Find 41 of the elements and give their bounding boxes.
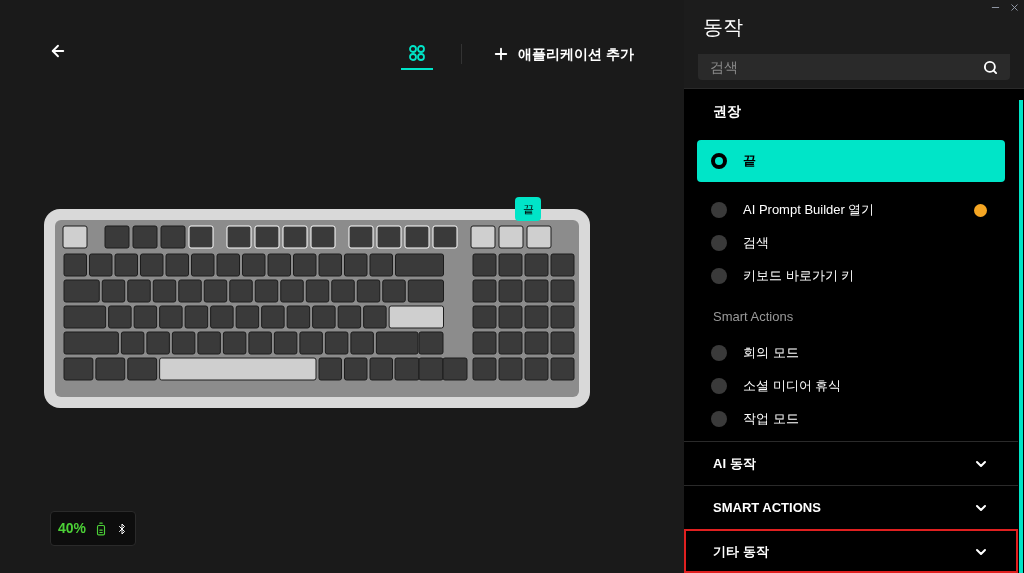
section-label: SMART ACTIONS: [713, 498, 821, 517]
action-label: 키보드 바로가기 키: [743, 267, 856, 286]
section-label: AI 동작: [713, 454, 756, 473]
battery-icon: [94, 521, 108, 536]
action-item[interactable]: 소셜 미디어 휴식: [697, 369, 1005, 402]
apps-grid-icon: [409, 45, 425, 61]
action-label: 회의 모드: [743, 343, 800, 362]
close-icon[interactable]: [1009, 2, 1020, 13]
section-label: 기타 동작: [713, 542, 769, 561]
panel-title: 동작: [703, 15, 743, 40]
battery-percent: 40%: [58, 519, 86, 538]
add-application-button[interactable]: 애플리케이션 추가: [492, 43, 634, 65]
radio-icon: [711, 268, 727, 284]
action-item[interactable]: 끝: [697, 139, 1005, 182]
bluetooth-icon: [116, 522, 128, 535]
action-label: 끝: [743, 151, 757, 170]
action-item[interactable]: 키보드 바로가기 키: [697, 259, 1005, 293]
plus-icon: [492, 45, 510, 63]
radio-icon: [711, 410, 727, 427]
group-heading: 권장: [712, 101, 742, 121]
search-icon: [983, 59, 998, 75]
action-item[interactable]: 작업 모드: [697, 402, 1005, 435]
section-header[interactable]: 기타 동작: [684, 529, 1018, 573]
radio-icon: [711, 344, 727, 361]
action-label: 작업 모드: [743, 409, 800, 428]
action-label: 검색: [743, 234, 770, 253]
radio-icon: [711, 235, 727, 251]
assigned-key-tag: 끝: [515, 197, 541, 221]
action-item[interactable]: 검색: [697, 226, 1005, 260]
scrollbar-thumb[interactable]: [1019, 100, 1023, 573]
radio-icon: [711, 152, 727, 169]
radio-icon: [711, 377, 727, 394]
action-item[interactable]: 회의 모드: [697, 336, 1005, 369]
section-header[interactable]: AI 동작: [684, 441, 1018, 485]
action-item[interactable]: AI Prompt Builder 열기: [697, 193, 1005, 227]
radio-icon: [711, 202, 727, 218]
search-field[interactable]: 검색: [698, 53, 1010, 80]
action-label: AI Prompt Builder 열기: [743, 201, 876, 220]
group-heading: Smart Actions: [712, 307, 795, 326]
section-header[interactable]: SMART ACTIONS: [684, 485, 1018, 529]
action-label: 소셜 미디어 휴식: [743, 376, 843, 395]
